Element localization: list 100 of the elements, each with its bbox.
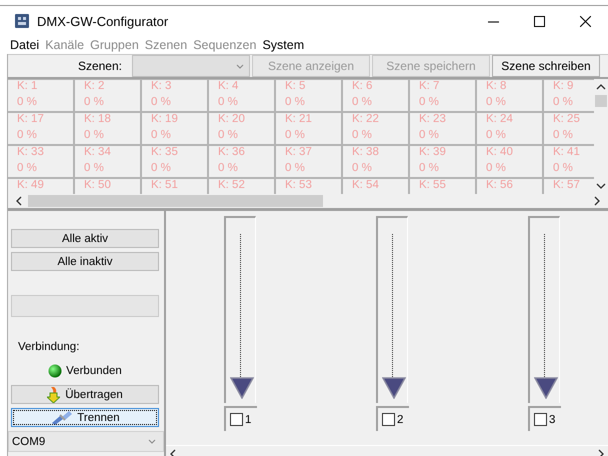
channel-number: K: 25 [553,113,581,126]
channel-number: K: 20 [218,113,246,126]
channel-number: K: 19 [151,113,179,126]
channel-value: 0 % [352,129,373,142]
channel-number: K: 2 [84,80,106,93]
horizontal-scrollbar[interactable] [8,194,608,211]
channel-value: 0 % [84,96,105,109]
channel-number: K: 55 [419,179,447,192]
status-label: Verbunden [66,365,122,377]
checkbox-label: 1 [245,414,252,426]
slider-track[interactable] [224,216,256,403]
channel-value: 0 % [84,162,105,175]
channel-number: K: 39 [419,146,447,159]
channel-number: K: 23 [419,113,447,126]
channel-number: K: 54 [352,179,380,192]
channel-number: K: 7 [419,80,440,93]
channel-number: K: 40 [486,146,514,159]
scroll-left-icon[interactable] [16,196,22,206]
channel-value: 0 % [218,96,239,109]
channel-value: 0 % [285,162,306,175]
channel-number: K: 36 [218,146,246,159]
panel-button[interactable]: Alle aktiv [11,229,159,248]
channel-number: K: 53 [285,179,313,192]
channel-number: K: 50 [84,179,112,192]
port-value: COM9 [12,436,46,448]
slider-track[interactable] [528,216,560,403]
scroll-thumb[interactable] [28,195,323,207]
channel-value: 0 % [17,129,38,142]
channel-number: K: 9 [553,80,574,93]
channel-value: 0 % [218,162,239,175]
checkbox[interactable] [382,413,395,426]
scene-label: Szenen: [76,58,123,75]
channel-value: 0 % [486,129,507,142]
channel-number: K: 3 [151,80,172,93]
channel-number: K: 33 [17,146,45,159]
channel-value: 0 % [285,96,306,109]
channel-value: 0 % [352,96,373,109]
menu-item[interactable]: Datei [10,38,40,52]
scene-button[interactable]: Szene schreiben [492,55,600,77]
channel-number: K: 56 [486,179,514,192]
checkbox-label: 3 [549,414,556,426]
channel-number: K: 18 [84,113,112,126]
channel-value: 0 % [151,96,172,109]
chevron-down-icon [147,437,157,446]
scroll-right-icon[interactable] [598,448,604,456]
channel-number: K: 41 [553,146,581,159]
window-title: DMX-GW-Configurator [37,14,170,28]
channel-value: 0 % [419,96,440,109]
channel-number: K: 49 [17,179,45,192]
channel-number: K: 38 [352,146,380,159]
close-icon [580,16,590,26]
channel-number: K: 52 [218,179,246,192]
channel-value: 0 % [17,162,38,175]
channel-number: K: 21 [285,113,313,126]
channel-value: 0 % [151,129,172,142]
scroll-left-icon[interactable] [170,448,176,456]
panel-button[interactable]: Alle inaktiv [11,252,159,271]
slider-thumb[interactable] [230,377,254,399]
channel-value: 0 % [218,129,239,142]
channel-number: K: 24 [486,113,514,126]
chevron-down-icon [235,62,245,70]
channel-value: 0 % [486,162,507,175]
plug-icon [50,410,72,424]
channel-number: K: 22 [352,113,380,126]
channel-number: K: 57 [553,179,581,192]
scroll-up-icon[interactable] [596,83,606,90]
channel-number: K: 8 [486,80,508,93]
checkbox-label: 2 [397,414,404,426]
channel-number: K: 51 [151,179,179,192]
arrow-down-icon [47,386,60,402]
scroll-right-icon[interactable] [594,196,600,206]
channel-number: K: 35 [151,146,179,159]
menu-item[interactable]: System [262,38,304,52]
channel-number: K: 17 [17,113,45,126]
channel-value: 0 % [553,162,574,175]
panel-button[interactable]: Übertragen [11,385,159,404]
channel-value: 0 % [352,162,373,175]
channel-number: K: 5 [285,80,306,93]
channel-value: 0 % [17,96,38,109]
channel-value: 0 % [419,162,440,175]
scroll-down-icon[interactable] [596,183,606,190]
slider-track[interactable] [376,216,408,403]
channel-number: K: 37 [285,146,313,159]
checkbox[interactable] [534,413,547,426]
channel-value: 0 % [419,129,440,142]
slider-thumb[interactable] [534,377,558,399]
maximize-icon [534,16,544,26]
channel-number: K: 6 [352,80,374,93]
channel-value: 0 % [151,162,172,175]
channel-value: 0 % [486,96,507,109]
channel-number: K: 4 [218,80,240,93]
channel-number: K: 1 [17,80,38,93]
channel-value: 0 % [285,129,306,142]
checkbox[interactable] [230,413,243,426]
slider-thumb[interactable] [382,377,406,399]
port-dropdown[interactable]: COM9 [8,431,164,452]
scroll-thumb[interactable] [595,94,607,106]
channel-value: 0 % [84,129,105,142]
panel-button[interactable]: Trennen [11,408,159,427]
channel-value: 0 % [553,129,574,142]
